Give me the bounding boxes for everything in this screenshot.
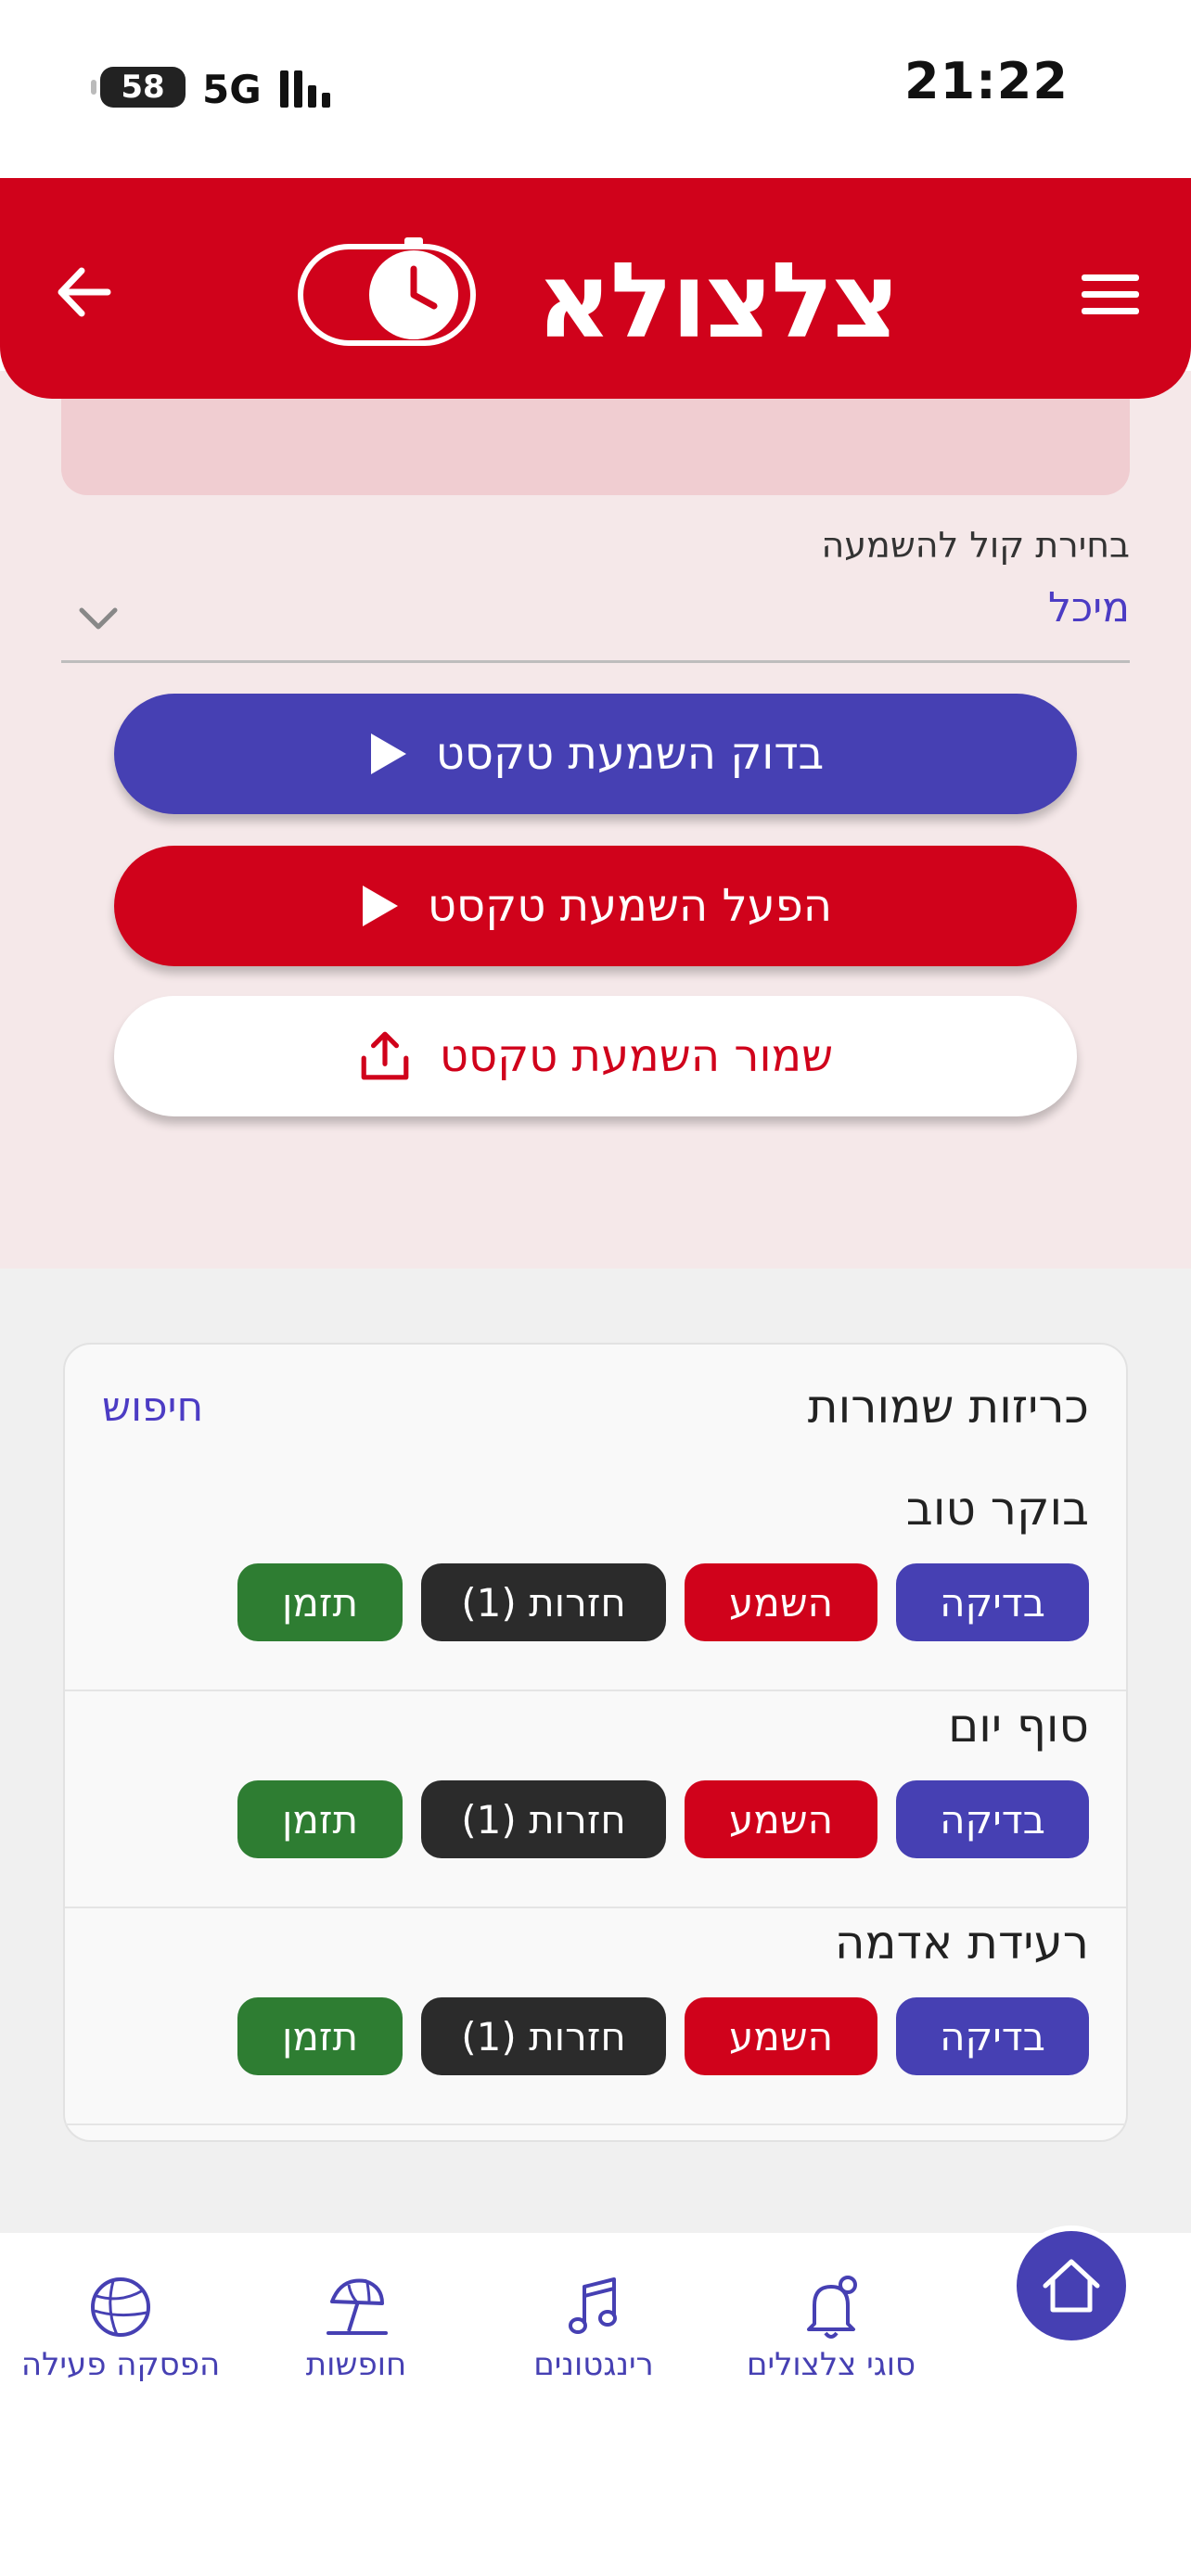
nav-label: רינגטונים <box>533 2346 654 2383</box>
announcement-name: סוף יום <box>948 1699 1089 1753</box>
repeat-button[interactable]: חזרות (1) <box>421 1563 666 1641</box>
bell-icon <box>807 2276 857 2339</box>
music-note-icon <box>569 2277 617 2334</box>
menu-icon[interactable] <box>1082 274 1139 315</box>
tts-panel <box>0 371 1191 1269</box>
network-type: 5G <box>202 67 262 112</box>
ball-icon <box>91 2277 150 2337</box>
home-button[interactable] <box>1011 2225 1132 2346</box>
check-button[interactable]: בדיקה <box>896 1780 1089 1858</box>
home-icon <box>1043 2259 1100 2313</box>
schedule-button[interactable]: תזמן <box>237 1997 403 2075</box>
saved-title: כריזות שמורות <box>807 1380 1089 1434</box>
play-icon <box>370 733 406 774</box>
listen-button[interactable]: השמע <box>685 1563 877 1641</box>
nav-item-active-break[interactable]: הפסקה פעילה <box>0 2263 241 2402</box>
search-link[interactable]: חיפוש <box>102 1384 203 1431</box>
voice-select-underline <box>61 660 1130 663</box>
chevron-down-icon[interactable] <box>76 605 121 632</box>
announcement-row: סוף יום בדיקה השמע חזרות (1) תזמן <box>65 1691 1126 1908</box>
test-tts-button[interactable]: בדוק השמעת טקסט <box>114 694 1077 814</box>
schedule-button[interactable]: תזמן <box>237 1780 403 1858</box>
upload-icon <box>361 1031 409 1080</box>
app-logo: צלצולא <box>295 236 900 362</box>
listen-button[interactable]: השמע <box>685 1780 877 1858</box>
status-bar: 58 5G 21:22 <box>0 0 1191 178</box>
beach-umbrella-icon <box>327 2278 388 2335</box>
save-tts-button[interactable]: שמור השמעת טקסט <box>114 996 1077 1116</box>
test-tts-label: בדוק השמעת טקסט <box>435 728 825 780</box>
announcement-name: רעידת אדמה <box>834 1916 1089 1970</box>
voice-select-label: בחירת קול להשמעה <box>821 525 1130 566</box>
voice-select-value[interactable]: מיכל <box>1048 584 1130 631</box>
repeat-button[interactable]: חזרות (1) <box>421 1780 666 1858</box>
announcement-row: רעידת אדמה בדיקה השמע חזרות (1) תזמן <box>65 1908 1126 2125</box>
check-button[interactable]: בדיקה <box>896 1563 1089 1641</box>
save-tts-label: שמור השמעת טקסט <box>439 1030 834 1082</box>
battery-level: 58 <box>121 69 165 106</box>
battery-indicator: 58 <box>91 67 186 108</box>
repeat-button[interactable]: חזרות (1) <box>421 1997 666 2075</box>
nav-item-ringtones[interactable]: רינגטונים <box>473 2263 714 2402</box>
nav-label: סוגי צלצולים <box>746 2346 916 2383</box>
nav-item-vacations[interactable]: חופשות <box>236 2263 477 2402</box>
saved-announcements-card: כריזות שמורות חיפוש בוקר טוב בדיקה השמע … <box>63 1343 1128 2142</box>
app-header: צלצולא <box>0 178 1191 399</box>
nav-label: הפסקה פעילה <box>20 2346 221 2383</box>
nav-label: חופשות <box>305 2346 407 2383</box>
clock: 21:22 <box>904 52 1069 110</box>
announcement-name: בוקר טוב <box>905 1482 1089 1536</box>
listen-button[interactable]: השמע <box>685 1997 877 2075</box>
play-tts-label: הפעל השמעת טקסט <box>427 880 833 932</box>
signal-icon <box>280 70 330 108</box>
play-tts-button[interactable]: הפעל השמעת טקסט <box>114 846 1077 966</box>
nav-item-bell-types[interactable]: סוגי צלצולים <box>711 2263 952 2402</box>
schedule-button[interactable]: תזמן <box>237 1563 403 1641</box>
check-button[interactable]: בדיקה <box>896 1997 1089 2075</box>
logo-text: צלצולא <box>536 241 900 362</box>
back-arrow-icon[interactable] <box>54 263 111 321</box>
alarm-clock-icon <box>298 237 476 346</box>
play-icon <box>362 886 398 926</box>
announcement-row: בוקר טוב בדיקה השמע חזרות (1) תזמן <box>65 1474 1126 1691</box>
